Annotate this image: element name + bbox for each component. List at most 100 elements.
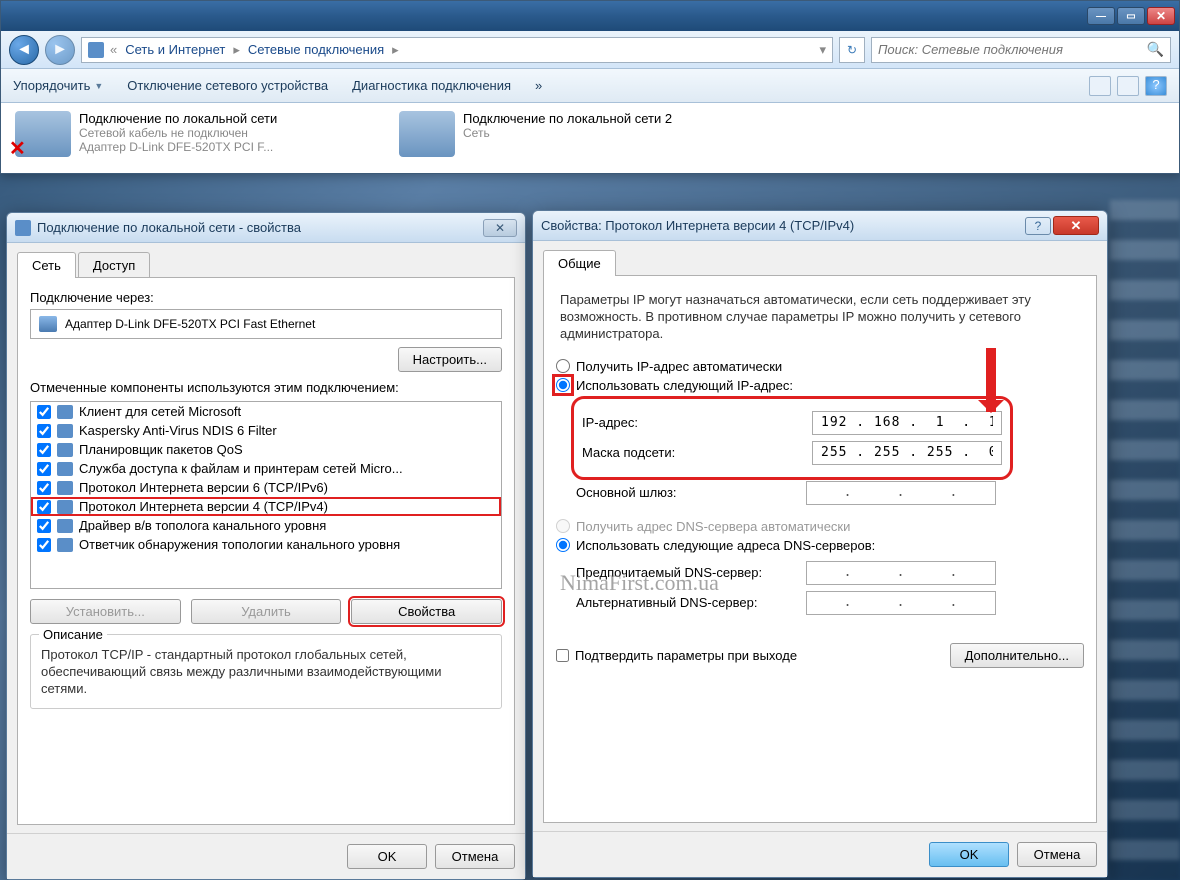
breadcrumb[interactable]: « Сеть и Интернет ▸ Сетевые подключения … [81,37,833,63]
tab-network[interactable]: Сеть [17,252,76,278]
radio-auto-ip-input[interactable] [556,359,570,373]
component-label: Ответчик обнаружения топологии канальног… [79,537,400,552]
cancel-button[interactable]: Отмена [1017,842,1097,867]
breadcrumb-seg-0[interactable]: Сеть и Интернет [119,42,231,57]
radio-manual-ip[interactable]: Использовать следующий IP-адрес: [556,378,1084,393]
component-checkbox[interactable] [37,500,51,514]
breadcrumb-seg-1[interactable]: Сетевые подключения [242,42,390,57]
tab-access[interactable]: Доступ [78,252,150,278]
view-icons: ? [1089,76,1167,96]
component-icon [57,519,73,533]
chevron-down-icon: ▼ [94,81,103,91]
conn-title: Подключение по локальной сети 2 [463,111,672,126]
component-checkbox[interactable] [37,519,51,533]
minimize-button[interactable]: — [1087,7,1115,25]
component-row[interactable]: Kaspersky Anti-Virus NDIS 6 Filter [31,421,501,440]
radio-manual-dns-input[interactable] [556,538,570,552]
properties-button[interactable]: Свойства [351,599,502,624]
ok-button[interactable]: OK [347,844,427,869]
component-row[interactable]: Планировщик пакетов QoS [31,440,501,459]
component-icon [57,443,73,457]
confirm-on-exit-input[interactable] [556,649,569,662]
component-label: Драйвер в/в тополога канального уровня [79,518,326,533]
component-row[interactable]: Служба доступа к файлам и принтерам сете… [31,459,501,478]
toolbar-disable-device[interactable]: Отключение сетевого устройства [127,78,328,93]
component-label: Клиент для сетей Microsoft [79,404,241,419]
dns2-input[interactable] [806,591,996,615]
remove-button[interactable]: Удалить [191,599,342,624]
component-checkbox[interactable] [37,481,51,495]
forward-button[interactable]: ► [45,35,75,65]
help-button[interactable]: ? [1025,217,1051,235]
component-row[interactable]: Протокол Интернета версии 6 (TCP/IPv6) [31,478,501,497]
breadcrumb-dropdown[interactable]: ▾ [819,42,826,58]
dialog-title: Подключение по локальной сети - свойства [37,220,483,235]
maximize-button[interactable]: ▭ [1117,7,1145,25]
adapter-name: Адаптер D-Link DFE-520TX PCI Fast Ethern… [65,317,315,331]
search-input[interactable] [878,42,1147,57]
gateway-input[interactable] [806,481,996,505]
search-box[interactable]: 🔍 [871,37,1171,63]
explorer-toolbar: Упорядочить ▼ Отключение сетевого устрой… [1,69,1179,103]
radio-manual-ip-input[interactable] [556,378,570,392]
component-label: Kaspersky Anti-Virus NDIS 6 Filter [79,423,277,438]
ip-address-input[interactable] [812,411,1002,435]
component-icon [57,462,73,476]
ipv4-intro-text: Параметры IP могут назначаться автоматич… [556,288,1084,355]
toolbar-diagnose[interactable]: Диагностика подключения [352,78,511,93]
search-icon: 🔍 [1147,41,1164,58]
connections-list: Подключение по локальной сети Сетевой ка… [1,103,1179,173]
component-icon [57,424,73,438]
network-adapter-icon [399,111,455,157]
component-checkbox[interactable] [37,443,51,457]
help-icon[interactable]: ? [1145,76,1167,96]
components-label: Отмеченные компоненты используются этим … [30,380,502,395]
conn-adapter: Адаптер D-Link DFE-520TX PCI F... [79,140,277,154]
ok-button[interactable]: OK [929,842,1009,867]
component-row[interactable]: Ответчик обнаружения топологии канальног… [31,535,501,554]
component-row[interactable]: Клиент для сетей Microsoft [31,402,501,421]
network-icon [15,220,31,236]
explorer-titlebar: — ▭ ✕ [1,1,1179,31]
toolbar-more[interactable]: » [535,78,542,93]
dialog-titlebar: Свойства: Протокол Интернета версии 4 (T… [533,211,1107,241]
confirm-on-exit-checkbox[interactable]: Подтвердить параметры при выходе [556,648,797,663]
annotation-arrow-icon [986,348,996,412]
component-row[interactable]: Драйвер в/в тополога канального уровня [31,516,501,535]
component-checkbox[interactable] [37,424,51,438]
advanced-button[interactable]: Дополнительно... [950,643,1084,668]
dialog-titlebar: Подключение по локальной сети - свойства… [7,213,525,243]
toolbar-organize[interactable]: Упорядочить ▼ [13,78,103,93]
connect-via-label: Подключение через: [30,290,502,305]
view-icon-2[interactable] [1117,76,1139,96]
close-button[interactable]: ✕ [1053,216,1099,235]
configure-button[interactable]: Настроить... [398,347,502,372]
radio-auto-ip[interactable]: Получить IP-адрес автоматически [556,359,1084,374]
radio-manual-dns[interactable]: Использовать следующие адреса DNS-сервер… [556,538,1084,553]
close-button[interactable]: ✕ [1147,7,1175,25]
component-icon [57,481,73,495]
explorer-window: — ▭ ✕ ◄ ► « Сеть и Интернет ▸ Сетевые по… [0,0,1180,174]
cancel-button[interactable]: Отмена [435,844,515,869]
component-label: Протокол Интернета версии 6 (TCP/IPv6) [79,480,328,495]
component-label: Планировщик пакетов QoS [79,442,243,457]
dns1-input[interactable] [806,561,996,585]
connection-item-1[interactable]: Подключение по локальной сети 2 Сеть [399,111,759,165]
description-text: Протокол TCP/IP - стандартный протокол г… [41,647,491,698]
refresh-button[interactable]: ↻ [839,37,865,63]
adapter-name-box: Адаптер D-Link DFE-520TX PCI Fast Ethern… [30,309,502,339]
component-checkbox[interactable] [37,405,51,419]
components-list[interactable]: Клиент для сетей Microsoft Kaspersky Anti… [30,401,502,589]
adapter-icon [39,316,57,332]
subnet-mask-input[interactable] [812,441,1002,465]
component-checkbox[interactable] [37,462,51,476]
view-icon-1[interactable] [1089,76,1111,96]
component-row[interactable]: Протокол Интернета версии 4 (TCP/IPv4) [31,497,501,516]
tab-general[interactable]: Общие [543,250,616,276]
install-button[interactable]: Установить... [30,599,181,624]
connection-item-0[interactable]: Подключение по локальной сети Сетевой ка… [15,111,375,165]
component-checkbox[interactable] [37,538,51,552]
component-icon [57,538,73,552]
close-button[interactable]: ✕ [483,219,517,237]
back-button[interactable]: ◄ [9,35,39,65]
